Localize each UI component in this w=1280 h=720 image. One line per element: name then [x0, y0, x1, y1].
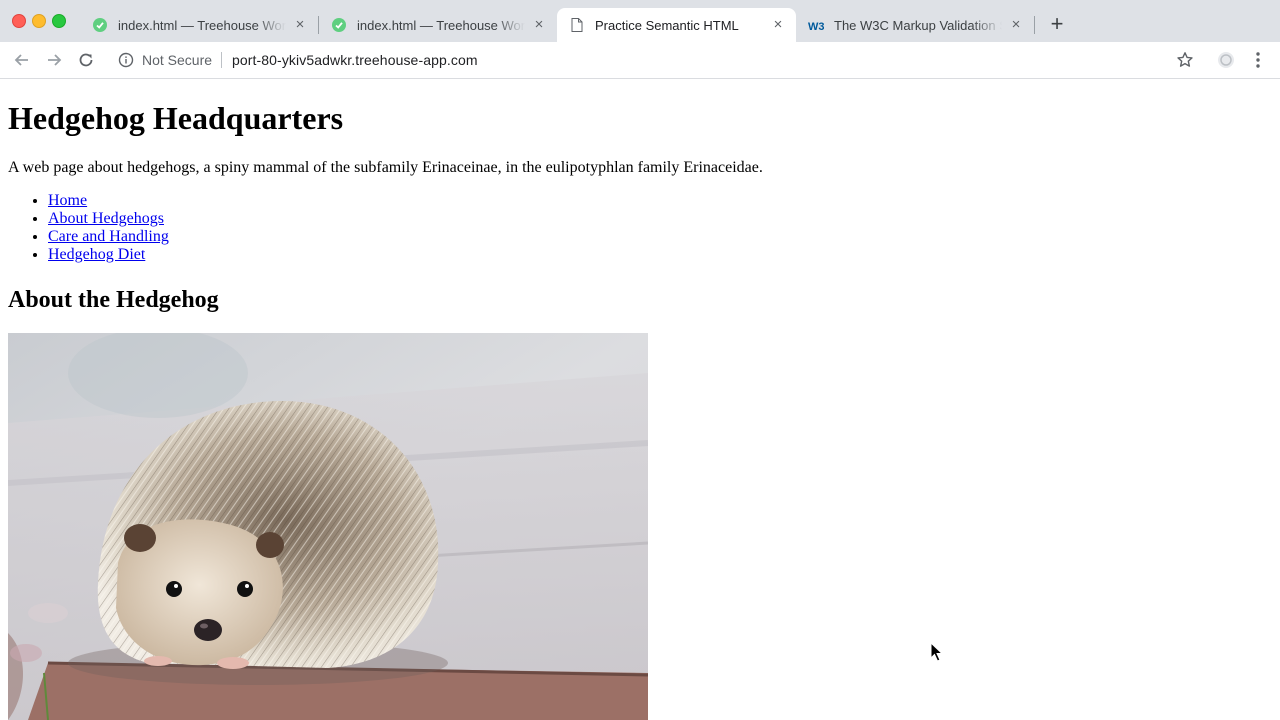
new-tab-button[interactable]: +: [1046, 13, 1068, 36]
list-item: Care and Handling: [48, 228, 169, 246]
tab-title: The W3C Markup Validation Service: [834, 17, 1002, 33]
mouse-cursor-icon: [930, 642, 944, 662]
security-label[interactable]: Not Secure: [142, 52, 212, 68]
intro-paragraph: A web page about hedgehogs, a spiny mamm…: [8, 159, 763, 176]
tab-close-icon[interactable]: ×: [531, 17, 547, 33]
window-close-button[interactable]: [12, 14, 26, 28]
section-heading: About the Hedgehog: [8, 287, 219, 313]
tab-close-icon[interactable]: ×: [1008, 17, 1024, 33]
nav-list: Home About Hedgehogs Care and Handling H…: [8, 192, 169, 264]
info-icon[interactable]: [118, 52, 134, 68]
list-item: Hedgehog Diet: [48, 246, 169, 264]
list-item: About Hedgehogs: [48, 210, 169, 228]
url-text[interactable]: port-80-ykiv5adwkr.treehouse-app.com: [232, 52, 478, 68]
forward-arrow-icon[interactable]: [44, 50, 64, 70]
nav-link-care-and-handling[interactable]: Care and Handling: [48, 228, 169, 245]
list-item: Home: [48, 192, 169, 210]
tab-title: Practice Semantic HTML: [595, 17, 739, 33]
tab-divider: [1034, 16, 1035, 34]
tab-title: index.html — Treehouse Workspaces: [118, 17, 286, 33]
window-minimize-button[interactable]: [32, 14, 46, 28]
nav-link-hedgehog-diet[interactable]: Hedgehog Diet: [48, 246, 145, 263]
browser-tab-strip: index.html — Treehouse Workspaces × inde…: [0, 0, 1280, 42]
bookmark-star-icon[interactable]: [1176, 51, 1194, 69]
address-divider: [221, 52, 222, 68]
more-menu-icon[interactable]: [1250, 50, 1266, 70]
browser-toolbar: Not Secure port-80-ykiv5adwkr.treehouse-…: [0, 42, 1280, 79]
page-viewport: Hedgehog Headquarters A web page about h…: [0, 79, 1280, 720]
tab-w3c-validator[interactable]: W3 The W3C Markup Validation Service ×: [796, 8, 1034, 42]
treehouse-icon: [331, 17, 347, 33]
document-icon: [569, 17, 585, 33]
hedgehog-photo: [8, 333, 648, 720]
back-arrow-icon[interactable]: [12, 50, 32, 70]
treehouse-icon: [92, 17, 108, 33]
tab-treehouse-workspace-1[interactable]: index.html — Treehouse Workspaces ×: [80, 8, 318, 42]
address-bar[interactable]: Not Secure port-80-ykiv5adwkr.treehouse-…: [108, 46, 1208, 74]
tab-treehouse-workspace-2[interactable]: index.html — Treehouse Workspaces ×: [319, 8, 557, 42]
nav-link-about-hedgehogs[interactable]: About Hedgehogs: [48, 210, 164, 227]
tab-close-icon[interactable]: ×: [770, 17, 786, 33]
page-title: Hedgehog Headquarters: [8, 100, 344, 136]
reload-icon[interactable]: [76, 50, 96, 70]
window-maximize-button[interactable]: [52, 14, 66, 28]
extension-icon[interactable]: [1216, 50, 1236, 70]
tab-practice-semantic-html[interactable]: Practice Semantic HTML ×: [557, 8, 796, 42]
tab-close-icon[interactable]: ×: [292, 17, 308, 33]
w3c-icon: W3: [808, 17, 824, 33]
tab-title: index.html — Treehouse Workspaces: [357, 17, 525, 33]
nav-link-home[interactable]: Home: [48, 192, 87, 209]
svg-text:W3: W3: [808, 21, 824, 32]
